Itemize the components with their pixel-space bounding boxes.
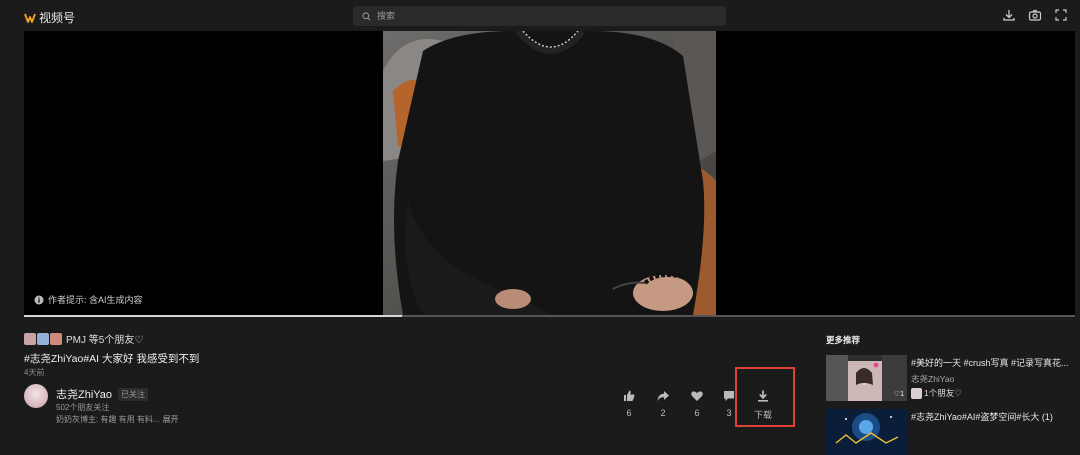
logo-icon — [24, 13, 36, 23]
like-count: 6 — [626, 408, 632, 418]
app-logo[interactable]: 视频号 — [24, 9, 75, 26]
like-button[interactable]: 6 — [616, 389, 642, 418]
ai-hint: 作者提示: 含AI生成内容 — [34, 293, 143, 306]
more-recommendations-heading: 更多推荐 — [826, 335, 861, 345]
author-desc-text: 奶奶灰博主: 有趣 有用 有料... — [56, 415, 160, 424]
recommendation-title[interactable]: #美好的一天 #crush写真 #记录写真花... — [911, 356, 1069, 369]
post-title[interactable]: #志尧ZhiYao#AI 大家好 我感受到不到 — [24, 351, 199, 366]
follow-status-badge[interactable]: 已关注 — [118, 387, 149, 401]
author-description: 奶奶灰博主: 有趣 有用 有料... 展开 — [56, 414, 179, 425]
expand-link[interactable]: 展开 — [163, 414, 179, 425]
post-time: 4天前 — [24, 368, 45, 377]
heart-icon — [691, 391, 703, 401]
progress-bar[interactable] — [24, 315, 1075, 317]
author-row: 志尧ZhiYao 已关注 — [56, 386, 149, 402]
friend-avatars — [24, 332, 62, 345]
friends-following: 502个朋友关注 — [56, 403, 110, 412]
download-highlight-box — [735, 367, 795, 427]
recommendation-friends-text: 1个朋友♡ — [924, 388, 962, 398]
camera-icon[interactable] — [1028, 8, 1042, 22]
friend-avatar — [37, 332, 49, 345]
recommendation-item[interactable]: #志尧ZhiYao#AI#盗梦空间#长大 (1) — [826, 409, 1080, 455]
video-image — [383, 31, 716, 315]
search-icon — [362, 11, 371, 20]
friends-liked-text: PMJ 等5个朋友♡ — [66, 335, 144, 346]
recommendation-thumbnail[interactable] — [826, 409, 907, 455]
share-button[interactable]: 2 — [650, 389, 676, 418]
friend-avatar — [911, 387, 922, 399]
download-icon[interactable] — [1002, 8, 1016, 22]
recommendation-likes: ♡1 — [893, 391, 904, 398]
friend-avatar — [50, 332, 62, 345]
friends-liked-row[interactable]: PMJ 等5个朋友♡ — [24, 331, 143, 346]
fullscreen-icon[interactable] — [1054, 8, 1068, 22]
recommendation-friends: 1个朋友♡ — [911, 387, 962, 399]
video-frame[interactable] — [383, 31, 716, 315]
share-icon — [657, 391, 669, 401]
author-name[interactable]: 志尧ZhiYao — [56, 386, 112, 402]
search-input[interactable] — [377, 11, 697, 21]
recommendation-title[interactable]: #志尧ZhiYao#AI#盗梦空间#长大 (1) — [911, 410, 1053, 423]
comment-count: 3 — [726, 408, 732, 418]
author-avatar[interactable] — [24, 384, 48, 408]
recommendation-thumbnail[interactable]: ♡1 — [826, 355, 907, 401]
video-player[interactable]: 作者提示: 含AI生成内容 — [24, 31, 1075, 317]
app-title: 视频号 — [39, 11, 76, 25]
recommendation-author[interactable]: 志尧ZhiYao — [911, 373, 954, 385]
thumbs-up-icon — [624, 390, 635, 401]
friend-avatar — [24, 332, 36, 345]
heart-count: 6 — [694, 408, 700, 418]
search-bar[interactable] — [353, 6, 726, 26]
progress-fill — [24, 315, 403, 317]
top-bar: 视频号 — [0, 0, 1080, 32]
share-count: 2 — [660, 408, 666, 418]
heart-button[interactable]: 6 — [684, 389, 710, 418]
recommendation-item[interactable]: ♡1 #美好的一天 #crush写真 #记录写真花... 志尧ZhiYao 1个… — [826, 355, 1080, 401]
comment-icon — [724, 391, 734, 401]
info-icon — [34, 295, 44, 304]
ai-hint-text: 作者提示: 含AI生成内容 — [48, 295, 143, 305]
